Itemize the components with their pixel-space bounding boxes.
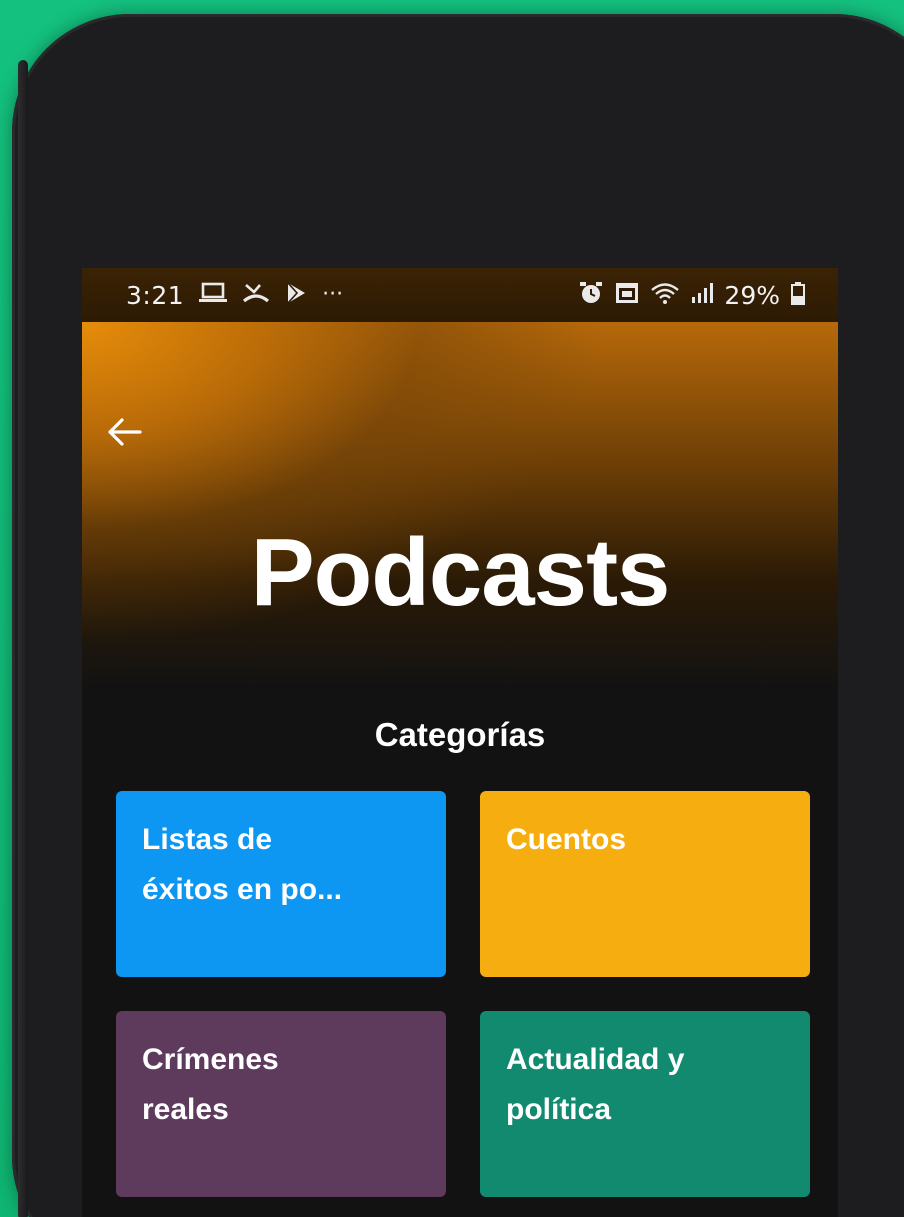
category-card-listas-de-exitos[interactable]: Listas de éxitos en po...	[116, 791, 446, 977]
header-gradient	[82, 322, 838, 692]
alarm-icon	[578, 281, 604, 310]
battery-percent: 29%	[724, 280, 780, 310]
page-title: Podcasts	[250, 519, 671, 626]
section-title: Categorías	[374, 716, 546, 753]
page-background: 3:21 ··· 29% Podcasts Categorías Listas …	[0, 0, 904, 1217]
category-label-line1: Crímenes	[142, 1043, 279, 1076]
phone-screen: 3:21 ··· 29% Podcasts Categorías Listas …	[82, 268, 838, 1217]
status-time: 3:21	[126, 280, 185, 310]
category-label-line1: Actualidad y	[506, 1043, 685, 1076]
category-card-crimenes-reales[interactable]: Crímenes reales	[116, 1011, 446, 1197]
laptop-icon	[198, 282, 228, 309]
phone-side-edge	[18, 60, 28, 1217]
category-label-line1: Cuentos	[506, 823, 626, 856]
calendar-icon	[614, 281, 640, 310]
more-dots-icon: ···	[322, 282, 344, 307]
status-bar: 3:21 ··· 29%	[82, 268, 838, 322]
battery-icon	[790, 281, 806, 310]
wifi-icon	[650, 281, 680, 310]
category-label-line2: éxitos en po...	[142, 873, 343, 906]
missed-call-icon	[242, 281, 270, 310]
category-card-cuentos[interactable]: Cuentos	[480, 791, 810, 977]
category-label-line2: reales	[142, 1093, 229, 1126]
play-store-icon	[284, 281, 308, 310]
signal-icon	[690, 281, 714, 310]
category-label-line1: Listas de	[142, 823, 273, 856]
category-card-actualidad-y-politica[interactable]: Actualidad y política	[480, 1011, 810, 1197]
back-arrow-icon[interactable]	[104, 412, 144, 452]
category-label-line2: política	[506, 1093, 612, 1126]
